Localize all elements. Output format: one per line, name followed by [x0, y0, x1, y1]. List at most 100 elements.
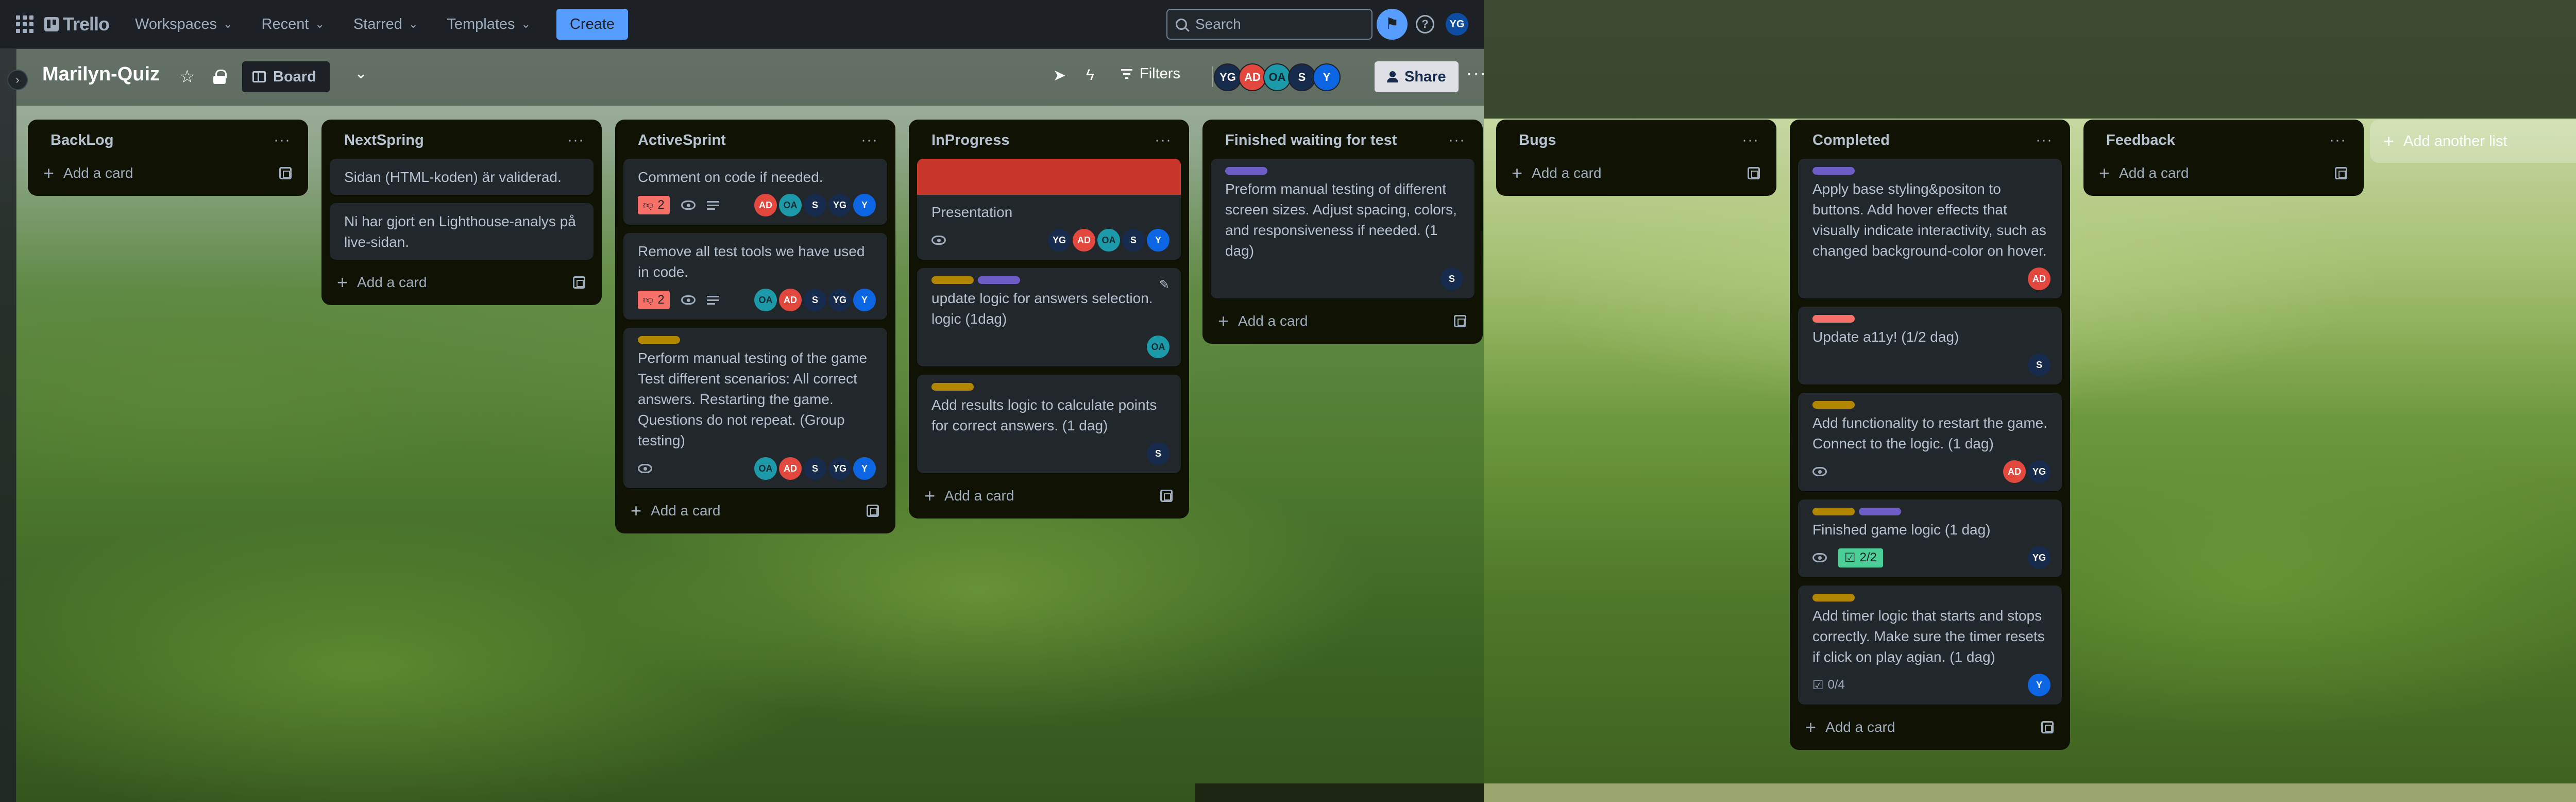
label[interactable] — [1812, 401, 1855, 409]
label[interactable] — [1859, 508, 1901, 515]
member-avatar[interactable]: OA — [754, 457, 777, 480]
list-title[interactable]: InProgress — [931, 132, 1010, 149]
add-card-button[interactable]: + Add a card — [2092, 159, 2355, 188]
member-avatar[interactable]: S — [804, 457, 826, 480]
add-card-button[interactable]: + Add a card — [1504, 159, 1768, 188]
filters-button[interactable]: Filters — [1121, 65, 1180, 82]
member-avatar[interactable]: OA — [779, 194, 802, 216]
member-avatar[interactable]: AD — [1239, 63, 1266, 91]
label[interactable] — [931, 383, 974, 391]
label[interactable] — [931, 276, 974, 284]
card[interactable]: update logic for answers selection. logi… — [917, 268, 1181, 366]
add-list-button[interactable]: + Add another list — [2370, 120, 2576, 163]
automation-icon[interactable]: ϟ — [1086, 66, 1094, 84]
chevron-right-icon[interactable]: › — [7, 70, 28, 90]
add-card-button[interactable]: + Add a card — [917, 481, 1181, 510]
add-card-button[interactable]: + Add a card — [1798, 713, 2062, 742]
card[interactable]: Finished game logic (1 dag) ☑ 2/2 YG — [1798, 499, 2062, 577]
account-avatar[interactable]: YG — [1446, 13, 1468, 36]
member-avatar[interactable]: S — [1147, 442, 1170, 465]
member-avatar[interactable]: AD — [779, 289, 802, 311]
power-ups-icon[interactable]: ➤ — [1053, 66, 1066, 85]
card[interactable]: Presentation YG AD OA S Y — [917, 159, 1181, 260]
card[interactable]: Apply base styling&positon to buttons. A… — [1798, 159, 2062, 298]
share-button[interactable]: Share — [1375, 61, 1459, 92]
add-card-button[interactable]: + Add a card — [623, 496, 887, 525]
list-title[interactable]: ActiveSprint — [638, 132, 726, 149]
menu-recent[interactable]: Recent ⌄ — [262, 16, 325, 33]
star-icon[interactable]: ☆ — [179, 66, 195, 87]
card[interactable]: Remove all test tools we have used in co… — [623, 233, 887, 320]
label[interactable] — [1812, 167, 1855, 175]
card[interactable]: Preform manual testing of different scre… — [1211, 159, 1475, 298]
list-title[interactable]: Finished waiting for test — [1225, 132, 1397, 149]
member-avatar[interactable]: AD — [754, 194, 777, 216]
board-title[interactable]: Marilyn-Quiz — [42, 63, 160, 86]
template-icon[interactable] — [2335, 167, 2347, 179]
more-icon[interactable]: ··· — [274, 131, 291, 149]
more-icon[interactable]: ··· — [1466, 63, 1487, 83]
member-avatar[interactable]: Y — [1313, 63, 1341, 91]
more-icon[interactable]: ··· — [567, 131, 584, 149]
card[interactable]: Add timer logic that starts and stops co… — [1798, 586, 2062, 705]
member-avatar[interactable]: AD — [2028, 268, 2050, 290]
more-icon[interactable]: ··· — [1448, 131, 1465, 149]
template-icon[interactable] — [573, 276, 585, 289]
chevron-down-icon[interactable]: ⌄ — [354, 64, 367, 82]
label[interactable] — [1812, 508, 1855, 515]
template-icon[interactable] — [1748, 167, 1760, 179]
notifications-icon[interactable]: ⚑ — [1377, 9, 1408, 40]
card[interactable]: Ni har gjort en Lighthouse-analys på liv… — [330, 203, 594, 260]
more-icon[interactable]: ··· — [2329, 131, 2346, 149]
label[interactable] — [1225, 167, 1267, 175]
trello-logo[interactable]: Trello — [44, 13, 110, 35]
list-title[interactable]: NextSpring — [344, 132, 424, 149]
member-avatar[interactable]: YG — [2028, 546, 2050, 569]
member-avatar[interactable]: AD — [2003, 460, 2026, 483]
template-icon[interactable] — [1160, 490, 1173, 502]
member-avatar[interactable]: AD — [1073, 229, 1095, 252]
lock-icon[interactable] — [213, 70, 227, 84]
add-card-button[interactable]: + Add a card — [330, 268, 594, 297]
card[interactable]: Perform manual testing of the game Test … — [623, 328, 887, 488]
member-avatar[interactable]: YG — [828, 194, 851, 216]
more-icon[interactable]: ··· — [2036, 131, 2053, 149]
member-avatar[interactable]: OA — [1147, 336, 1170, 358]
label[interactable] — [978, 276, 1020, 284]
more-icon[interactable]: ··· — [1742, 131, 1759, 149]
template-icon[interactable] — [867, 505, 879, 517]
member-avatar[interactable]: YG — [1048, 229, 1071, 252]
menu-starred[interactable]: Starred ⌄ — [353, 16, 418, 33]
template-icon[interactable] — [2041, 721, 2054, 733]
add-card-button[interactable]: + Add a card — [1211, 307, 1475, 336]
board-view-button[interactable]: Board — [242, 61, 330, 92]
member-avatar[interactable]: OA — [754, 289, 777, 311]
member-avatar[interactable]: Y — [853, 194, 876, 216]
board-members[interactable]: YG AD OA S Y — [1214, 63, 1341, 91]
create-button[interactable]: Create — [556, 9, 629, 40]
card[interactable]: Sidan (HTML-koden) är validerad. — [330, 159, 594, 195]
member-avatar[interactable]: Y — [853, 289, 876, 311]
member-avatar[interactable]: Y — [2028, 674, 2050, 696]
label[interactable] — [1812, 594, 1855, 602]
label[interactable] — [638, 336, 680, 344]
member-avatar[interactable]: Y — [853, 457, 876, 480]
list-title[interactable]: BackLog — [50, 132, 113, 149]
template-icon[interactable] — [1454, 315, 1466, 327]
member-avatar[interactable]: S — [804, 289, 826, 311]
member-avatar[interactable]: OA — [1263, 63, 1291, 91]
member-avatar[interactable]: S — [1122, 229, 1145, 252]
more-icon[interactable]: ··· — [1155, 131, 1172, 149]
search-input[interactable]: Search — [1166, 9, 1372, 40]
label[interactable] — [1812, 315, 1855, 323]
card[interactable]: Comment on code if needed. 👎︎ 2 AD OA S YG Y — [623, 159, 887, 225]
menu-templates[interactable]: Templates ⌄ — [447, 16, 531, 33]
menu-workspaces[interactable]: Workspaces ⌄ — [135, 16, 232, 33]
member-avatar[interactable]: S — [804, 194, 826, 216]
help-icon[interactable]: ? — [1416, 15, 1434, 34]
member-avatar[interactable]: OA — [1097, 229, 1120, 252]
member-avatar[interactable]: S — [1288, 63, 1316, 91]
member-avatar[interactable]: YG — [828, 289, 851, 311]
list-title[interactable]: Completed — [1812, 132, 1890, 149]
member-avatar[interactable]: YG — [2028, 460, 2050, 483]
